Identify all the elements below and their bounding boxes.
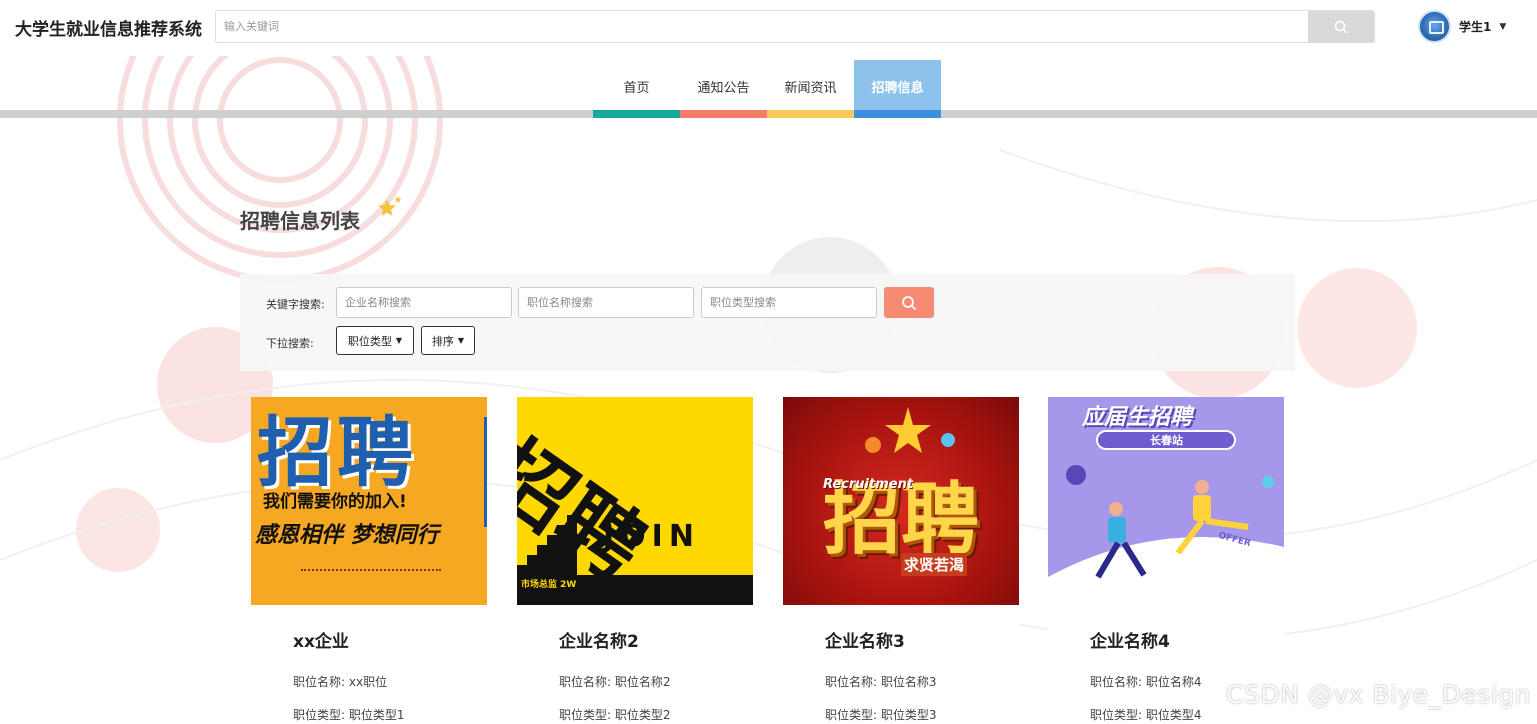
avatar bbox=[1418, 10, 1451, 43]
job-card[interactable]: 招聘 我们需要你的加入! 感恩相伴 梦想同行 xx企业 职位名称: xx职位 职… bbox=[251, 397, 487, 724]
poster-line1: 我们需要你的加入! bbox=[263, 492, 407, 512]
top-bar: 大学生就业信息推荐系统 学生1 ▼ bbox=[0, 0, 1537, 56]
nav-item-notices[interactable]: 通知公告 bbox=[680, 60, 767, 118]
type-value: 职位类型2 bbox=[614, 708, 671, 722]
nav-color-bar bbox=[593, 110, 680, 118]
global-search-input[interactable] bbox=[216, 11, 1308, 42]
user-menu[interactable]: 学生1 ▼ bbox=[1418, 10, 1506, 43]
job-card[interactable]: 应届生招聘 长春站 OFFER 企业名称4 职位名称: 职位名称4 职位类型: … bbox=[1048, 397, 1284, 724]
type-value: 职位类型3 bbox=[880, 708, 937, 722]
nav-color-bar bbox=[680, 110, 767, 118]
position-value: 职位名称2 bbox=[614, 675, 671, 689]
poster-edge bbox=[484, 417, 487, 527]
type-key: 职位类型: bbox=[559, 708, 612, 722]
filter-panel: 关键字搜索: 下拉搜索: 职位类型 ▼ 排序 ▼ bbox=[240, 274, 1295, 371]
nav-item-label: 新闻资讯 bbox=[784, 81, 837, 96]
job-poster-image: 招聘 JOIN 市场总监 2W bbox=[517, 397, 753, 605]
poster-line1: Recruitment bbox=[823, 477, 914, 492]
nav-item-label: 通知公告 bbox=[697, 81, 750, 96]
page-title: 招聘信息列表 bbox=[240, 209, 360, 233]
poster-line2: 感恩相伴 梦想同行 bbox=[255, 522, 439, 548]
star-icon bbox=[378, 196, 402, 216]
staircase-graphic bbox=[517, 515, 577, 575]
position-value: 职位名称3 bbox=[880, 675, 937, 689]
job-card[interactable]: 招聘 JOIN 市场总监 2W 企业名称2 职位名称: 职位名称2 职位类型: … bbox=[517, 397, 753, 724]
type-search-input[interactable] bbox=[701, 287, 877, 318]
job-poster-image: 应届生招聘 长春站 OFFER bbox=[1048, 397, 1284, 605]
position-row: 职位名称: xx职位 bbox=[293, 673, 387, 690]
caret-down-icon: ▼ bbox=[1499, 21, 1507, 32]
poster-footer bbox=[301, 569, 441, 599]
search-icon bbox=[902, 295, 917, 310]
position-value: 职位名称4 bbox=[1145, 675, 1202, 689]
company-name: 企业名称4 bbox=[1090, 632, 1170, 652]
poster-line2: 求贤若渴 bbox=[901, 553, 968, 576]
company-name: 企业名称2 bbox=[559, 632, 639, 652]
nav-item-recruitment[interactable]: 招聘信息 bbox=[854, 60, 941, 118]
position-key: 职位名称: bbox=[825, 675, 878, 689]
job-poster-image: 招聘 Recruitment 求贤若渴 bbox=[783, 397, 1019, 605]
firework-graphic bbox=[865, 407, 955, 453]
site-title: 大学生就业信息推荐系统 bbox=[15, 20, 202, 40]
poster-main-text: 应届生招聘 bbox=[1082, 404, 1193, 430]
poster-line1: JOIN bbox=[603, 519, 700, 554]
type-key: 职位类型: bbox=[293, 708, 346, 722]
caret-down-icon: ▼ bbox=[457, 336, 465, 345]
type-row: 职位类型: 职位类型2 bbox=[559, 706, 671, 723]
type-key: 职位类型: bbox=[825, 708, 878, 722]
filter-search-button[interactable] bbox=[884, 287, 934, 318]
poster-line1: 长春站 bbox=[1150, 434, 1183, 447]
nav-item-home[interactable]: 首页 bbox=[593, 60, 680, 118]
main-nav: 首页 通知公告 新闻资讯 招聘信息 bbox=[0, 60, 1537, 118]
global-search bbox=[215, 10, 1375, 43]
job-poster-image: 招聘 我们需要你的加入! 感恩相伴 梦想同行 bbox=[251, 397, 487, 605]
company-name: xx企业 bbox=[293, 632, 349, 652]
type-dropdown-label: 职位类型 bbox=[347, 334, 392, 348]
nav-item-news[interactable]: 新闻资讯 bbox=[767, 60, 854, 118]
user-name: 学生1 bbox=[1459, 20, 1492, 34]
poster-main-text: 招聘 bbox=[257, 408, 417, 497]
sort-dropdown-label: 排序 bbox=[431, 334, 454, 348]
job-card[interactable]: 招聘 Recruitment 求贤若渴 企业名称3 职位名称: 职位名称3 职位… bbox=[783, 397, 1019, 724]
position-key: 职位名称: bbox=[1090, 675, 1143, 689]
type-row: 职位类型: 职位类型4 bbox=[1090, 706, 1202, 723]
nav-item-label: 首页 bbox=[623, 81, 650, 96]
position-row: 职位名称: 职位名称4 bbox=[1090, 673, 1202, 690]
nav-item-label: 招聘信息 bbox=[871, 81, 924, 96]
caret-down-icon: ▼ bbox=[395, 336, 403, 345]
company-name: 企业名称3 bbox=[825, 632, 905, 652]
type-value: 职位类型4 bbox=[1145, 708, 1202, 722]
nav-color-bar bbox=[767, 110, 854, 118]
type-row: 职位类型: 职位类型3 bbox=[825, 706, 937, 723]
sort-dropdown[interactable]: 排序 ▼ bbox=[421, 326, 475, 355]
nav-color-bar bbox=[854, 110, 941, 118]
position-key: 职位名称: bbox=[293, 675, 346, 689]
dropdown-search-label: 下拉搜索: bbox=[266, 337, 314, 350]
watermark: CSDN @vx Biye_Design bbox=[1226, 680, 1531, 709]
position-row: 职位名称: 职位名称2 bbox=[559, 673, 671, 690]
type-row: 职位类型: 职位类型1 bbox=[293, 706, 405, 723]
illustration-graphic bbox=[1048, 465, 1284, 605]
search-icon bbox=[1334, 20, 1348, 34]
global-search-button[interactable] bbox=[1308, 11, 1374, 42]
poster-line2: 市场总监 2W bbox=[521, 580, 577, 590]
position-key: 职位名称: bbox=[559, 675, 612, 689]
position-value: xx职位 bbox=[348, 675, 388, 689]
type-dropdown[interactable]: 职位类型 ▼ bbox=[336, 326, 414, 355]
keyword-search-label: 关键字搜索: bbox=[266, 298, 325, 311]
type-key: 职位类型: bbox=[1090, 708, 1143, 722]
type-value: 职位类型1 bbox=[348, 708, 405, 722]
company-search-input[interactable] bbox=[336, 287, 512, 318]
position-search-input[interactable] bbox=[518, 287, 694, 318]
position-row: 职位名称: 职位名称3 bbox=[825, 673, 937, 690]
